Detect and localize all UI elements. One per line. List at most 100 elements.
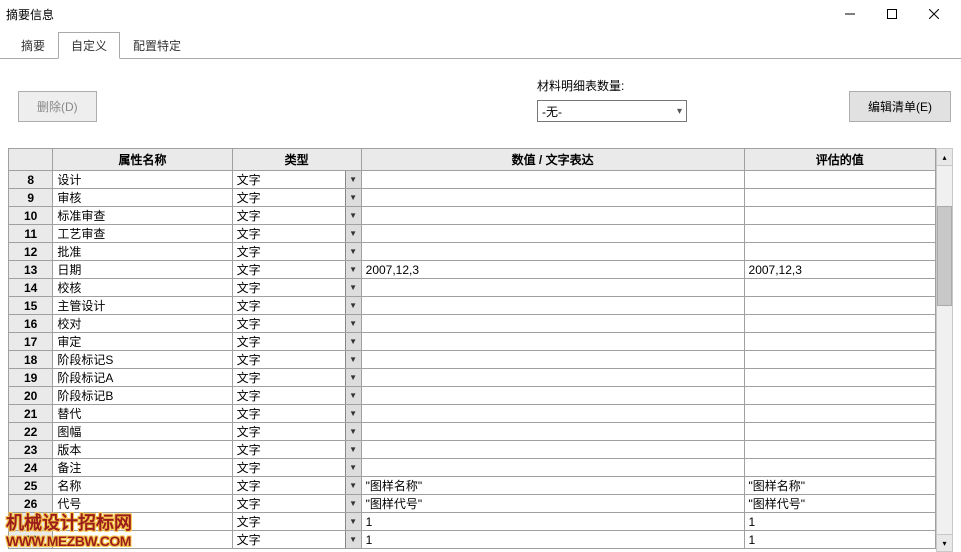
table-row[interactable]: 23版本文字▼ (9, 441, 936, 459)
cell-value[interactable] (361, 171, 744, 189)
chevron-down-icon[interactable]: ▼ (345, 459, 361, 476)
cell-name[interactable] (53, 513, 232, 531)
cell-type[interactable]: 文字▼ (232, 441, 361, 459)
cell-value[interactable] (361, 405, 744, 423)
cell-value[interactable]: 1 (361, 513, 744, 531)
cell-value[interactable] (361, 441, 744, 459)
chevron-down-icon[interactable]: ▼ (345, 441, 361, 458)
chevron-down-icon[interactable]: ▼ (345, 207, 361, 224)
cell-value[interactable] (361, 351, 744, 369)
scroll-thumb[interactable] (937, 206, 952, 306)
chevron-down-icon[interactable]: ▼ (345, 279, 361, 296)
chevron-down-icon[interactable]: ▼ (345, 513, 361, 530)
chevron-down-icon[interactable]: ▼ (345, 423, 361, 440)
cell-type[interactable]: 文字▼ (232, 423, 361, 441)
cell-type[interactable]: 文字▼ (232, 333, 361, 351)
delete-button[interactable]: 删除(D) (18, 91, 97, 122)
minimize-button[interactable] (829, 0, 871, 28)
table-row[interactable]: 13日期文字▼2007,12,32007,12,3 (9, 261, 936, 279)
cell-name[interactable]: 校对 (53, 315, 232, 333)
close-button[interactable] (913, 0, 955, 28)
table-row[interactable]: 9审核文字▼ (9, 189, 936, 207)
cell-name[interactable]: 阶段标记A (53, 369, 232, 387)
cell-type[interactable]: 文字▼ (232, 261, 361, 279)
cell-name[interactable]: 审核 (53, 189, 232, 207)
tab-config[interactable]: 配置特定 (120, 32, 194, 58)
cell-type[interactable]: 文字▼ (232, 495, 361, 513)
table-row[interactable]: 22图幅文字▼ (9, 423, 936, 441)
cell-type[interactable]: 文字▼ (232, 459, 361, 477)
cell-name[interactable]: 代号 (53, 495, 232, 513)
table-row[interactable]: 15主管设计文字▼ (9, 297, 936, 315)
chevron-down-icon[interactable]: ▼ (345, 297, 361, 314)
cell-type[interactable]: 文字▼ (232, 315, 361, 333)
table-row[interactable]: 25名称文字▼"图样名称""图样名称" (9, 477, 936, 495)
cell-type[interactable]: 文字▼ (232, 279, 361, 297)
cell-value[interactable] (361, 279, 744, 297)
chevron-down-icon[interactable]: ▼ (345, 531, 361, 548)
chevron-down-icon[interactable]: ▼ (345, 189, 361, 206)
cell-type[interactable]: 文字▼ (232, 351, 361, 369)
cell-name[interactable]: 设计 (53, 171, 232, 189)
cell-name[interactable]: 工艺审查 (53, 225, 232, 243)
cell-value[interactable] (361, 225, 744, 243)
cell-type[interactable]: 文字▼ (232, 171, 361, 189)
chevron-down-icon[interactable]: ▼ (345, 261, 361, 278)
cell-name[interactable]: 日期 (53, 261, 232, 279)
scroll-down-icon[interactable]: ▾ (937, 534, 952, 551)
cell-value[interactable] (361, 333, 744, 351)
cell-name[interactable]: 图幅 (53, 423, 232, 441)
table-row[interactable]: 28文字▼11 (9, 531, 936, 549)
cell-value[interactable] (361, 369, 744, 387)
table-row[interactable]: 19阶段标记A文字▼ (9, 369, 936, 387)
vertical-scrollbar[interactable]: ▴ ▾ (936, 148, 953, 552)
cell-value[interactable] (361, 315, 744, 333)
cell-name[interactable]: 版本 (53, 441, 232, 459)
cell-name[interactable]: 阶段标记S (53, 351, 232, 369)
cell-type[interactable]: 文字▼ (232, 477, 361, 495)
chevron-down-icon[interactable]: ▼ (345, 243, 361, 260)
bom-select[interactable]: -无- ▾ (537, 100, 687, 122)
cell-type[interactable]: 文字▼ (232, 189, 361, 207)
cell-type[interactable]: 文字▼ (232, 225, 361, 243)
chevron-down-icon[interactable]: ▼ (345, 171, 361, 188)
cell-name[interactable]: 主管设计 (53, 297, 232, 315)
cell-type[interactable]: 文字▼ (232, 207, 361, 225)
cell-value[interactable] (361, 297, 744, 315)
table-row[interactable]: 12批准文字▼ (9, 243, 936, 261)
cell-name[interactable]: 标准审查 (53, 207, 232, 225)
cell-name[interactable]: 阶段标记B (53, 387, 232, 405)
table-row[interactable]: 16校对文字▼ (9, 315, 936, 333)
table-row[interactable]: 8设计文字▼ (9, 171, 936, 189)
table-row[interactable]: 20阶段标记B文字▼ (9, 387, 936, 405)
table-row[interactable]: 18阶段标记S文字▼ (9, 351, 936, 369)
cell-value[interactable] (361, 207, 744, 225)
chevron-down-icon[interactable]: ▼ (345, 315, 361, 332)
table-row[interactable]: 17审定文字▼ (9, 333, 936, 351)
tab-summary[interactable]: 摘要 (8, 32, 58, 58)
cell-value[interactable]: "图样代号" (361, 495, 744, 513)
chevron-down-icon[interactable]: ▼ (345, 387, 361, 404)
cell-name[interactable]: 备注 (53, 459, 232, 477)
cell-value[interactable]: "图样名称" (361, 477, 744, 495)
chevron-down-icon[interactable]: ▼ (345, 351, 361, 368)
cell-name[interactable]: 审定 (53, 333, 232, 351)
cell-value[interactable] (361, 189, 744, 207)
table-row[interactable]: 10标准审查文字▼ (9, 207, 936, 225)
cell-value[interactable] (361, 387, 744, 405)
table-row[interactable]: 26代号文字▼"图样代号""图样代号" (9, 495, 936, 513)
scroll-track[interactable] (937, 166, 952, 534)
chevron-down-icon[interactable]: ▼ (345, 495, 361, 512)
cell-type[interactable]: 文字▼ (232, 243, 361, 261)
scroll-up-icon[interactable]: ▴ (937, 149, 952, 166)
cell-type[interactable]: 文字▼ (232, 531, 361, 549)
chevron-down-icon[interactable]: ▼ (345, 477, 361, 494)
cell-value[interactable] (361, 243, 744, 261)
cell-type[interactable]: 文字▼ (232, 513, 361, 531)
chevron-down-icon[interactable]: ▼ (345, 333, 361, 350)
cell-value[interactable]: 1 (361, 531, 744, 549)
table-row[interactable]: 24备注文字▼ (9, 459, 936, 477)
cell-name[interactable] (53, 531, 232, 549)
cell-value[interactable]: 2007,12,3 (361, 261, 744, 279)
cell-name[interactable]: 替代 (53, 405, 232, 423)
